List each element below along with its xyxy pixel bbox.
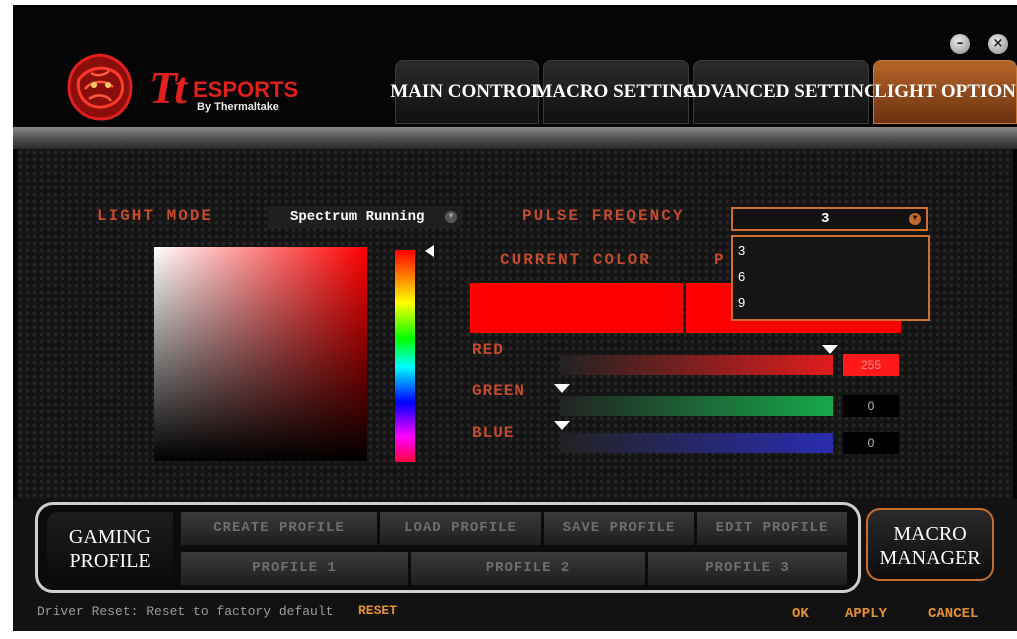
brand-logo-esports: ESPORTS: [193, 77, 299, 102]
frequency-option[interactable]: 6: [733, 267, 928, 293]
red-slider-thumb-icon[interactable]: [822, 345, 838, 354]
pulse-frequency-value: 3: [821, 211, 830, 227]
macro-manager-line2: MANAGER: [879, 547, 981, 569]
color-picker-area[interactable]: [154, 247, 367, 461]
hue-slider[interactable]: [395, 250, 415, 462]
chevron-down-icon: ▼: [909, 213, 921, 225]
driver-reset-text: Driver Reset: Reset to factory default: [37, 604, 334, 619]
gaming-profile-line1: GAMING: [68, 526, 152, 548]
current-color-label: CURRENT COLOR: [500, 251, 651, 269]
close-icon[interactable]: ×: [988, 34, 1008, 54]
previous-color-label: P: [714, 251, 726, 269]
edit-profile-button[interactable]: EDIT PROFILE: [697, 512, 847, 545]
pulse-frequency-select[interactable]: 3 ▼: [731, 207, 928, 231]
minimize-icon[interactable]: –: [950, 34, 970, 54]
tab-macro-setting[interactable]: MACRO SETTING: [534, 60, 698, 124]
tab-light-option[interactable]: LIGHT OPTION: [873, 60, 1017, 124]
load-profile-button[interactable]: LOAD PROFILE: [380, 512, 541, 545]
reset-button[interactable]: RESET: [358, 603, 397, 618]
frequency-option[interactable]: 9: [733, 293, 928, 319]
footer-bar: GAMING PROFILE CREATE PROFILE LOAD PROFI…: [13, 499, 1017, 631]
light-mode-select[interactable]: Spectrum Running ▼: [268, 206, 461, 228]
tab-advanced-setting[interactable]: ADVANCED SETTING: [683, 60, 879, 124]
macro-manager-button[interactable]: MACRO MANAGER: [866, 508, 994, 581]
light-option-panel: LIGHT MODE Spectrum Running ▼ PULSE FREQ…: [17, 149, 1013, 499]
tiger-logo-icon: [67, 53, 133, 121]
blue-slider-thumb-icon[interactable]: [554, 421, 570, 430]
blue-label: BLUE: [472, 424, 515, 442]
blue-value-field[interactable]: 0: [843, 432, 899, 454]
gaming-profile-button[interactable]: GAMING PROFILE: [47, 512, 173, 586]
macro-manager-line1: MACRO: [893, 523, 967, 545]
green-label: GREEN: [472, 382, 526, 400]
brand-tagline: By Thermaltake: [197, 101, 279, 113]
blue-slider[interactable]: [560, 433, 833, 453]
profile-3-button[interactable]: PROFILE 3: [648, 552, 847, 585]
green-value-field[interactable]: 0: [843, 395, 899, 417]
profile-2-button[interactable]: PROFILE 2: [411, 552, 645, 585]
red-slider[interactable]: [560, 355, 833, 375]
light-mode-value: Spectrum Running: [290, 209, 425, 225]
green-slider[interactable]: [560, 396, 833, 416]
ok-button[interactable]: OK: [792, 606, 809, 622]
red-label: RED: [472, 341, 504, 359]
app-window: Tt ESPORTS By Thermaltake – × MAIN CONTR…: [13, 5, 1017, 631]
chevron-down-icon: ▼: [445, 211, 457, 223]
frequency-option[interactable]: 3: [733, 241, 928, 267]
hue-slider-handle-icon[interactable]: [425, 245, 434, 257]
light-mode-label: LIGHT MODE: [97, 207, 214, 225]
red-value-field[interactable]: 255: [843, 354, 899, 376]
apply-button[interactable]: APPLY: [845, 606, 887, 622]
pulse-frequency-label: PULSE FREQENCY: [522, 207, 685, 225]
current-color-swatch: [470, 283, 683, 333]
header-divider: [13, 127, 1017, 149]
cancel-button[interactable]: CANCEL: [928, 606, 978, 622]
green-slider-thumb-icon[interactable]: [554, 384, 570, 393]
save-profile-button[interactable]: SAVE PROFILE: [544, 512, 694, 545]
profile-1-button[interactable]: PROFILE 1: [181, 552, 408, 585]
pulse-frequency-dropdown: 3 6 9: [731, 235, 930, 321]
brand-logo-tt: Tt: [149, 62, 187, 113]
create-profile-button[interactable]: CREATE PROFILE: [181, 512, 377, 545]
tab-main-control[interactable]: MAIN CONTROL: [390, 60, 544, 124]
gaming-profile-line2: PROFILE: [69, 550, 151, 572]
